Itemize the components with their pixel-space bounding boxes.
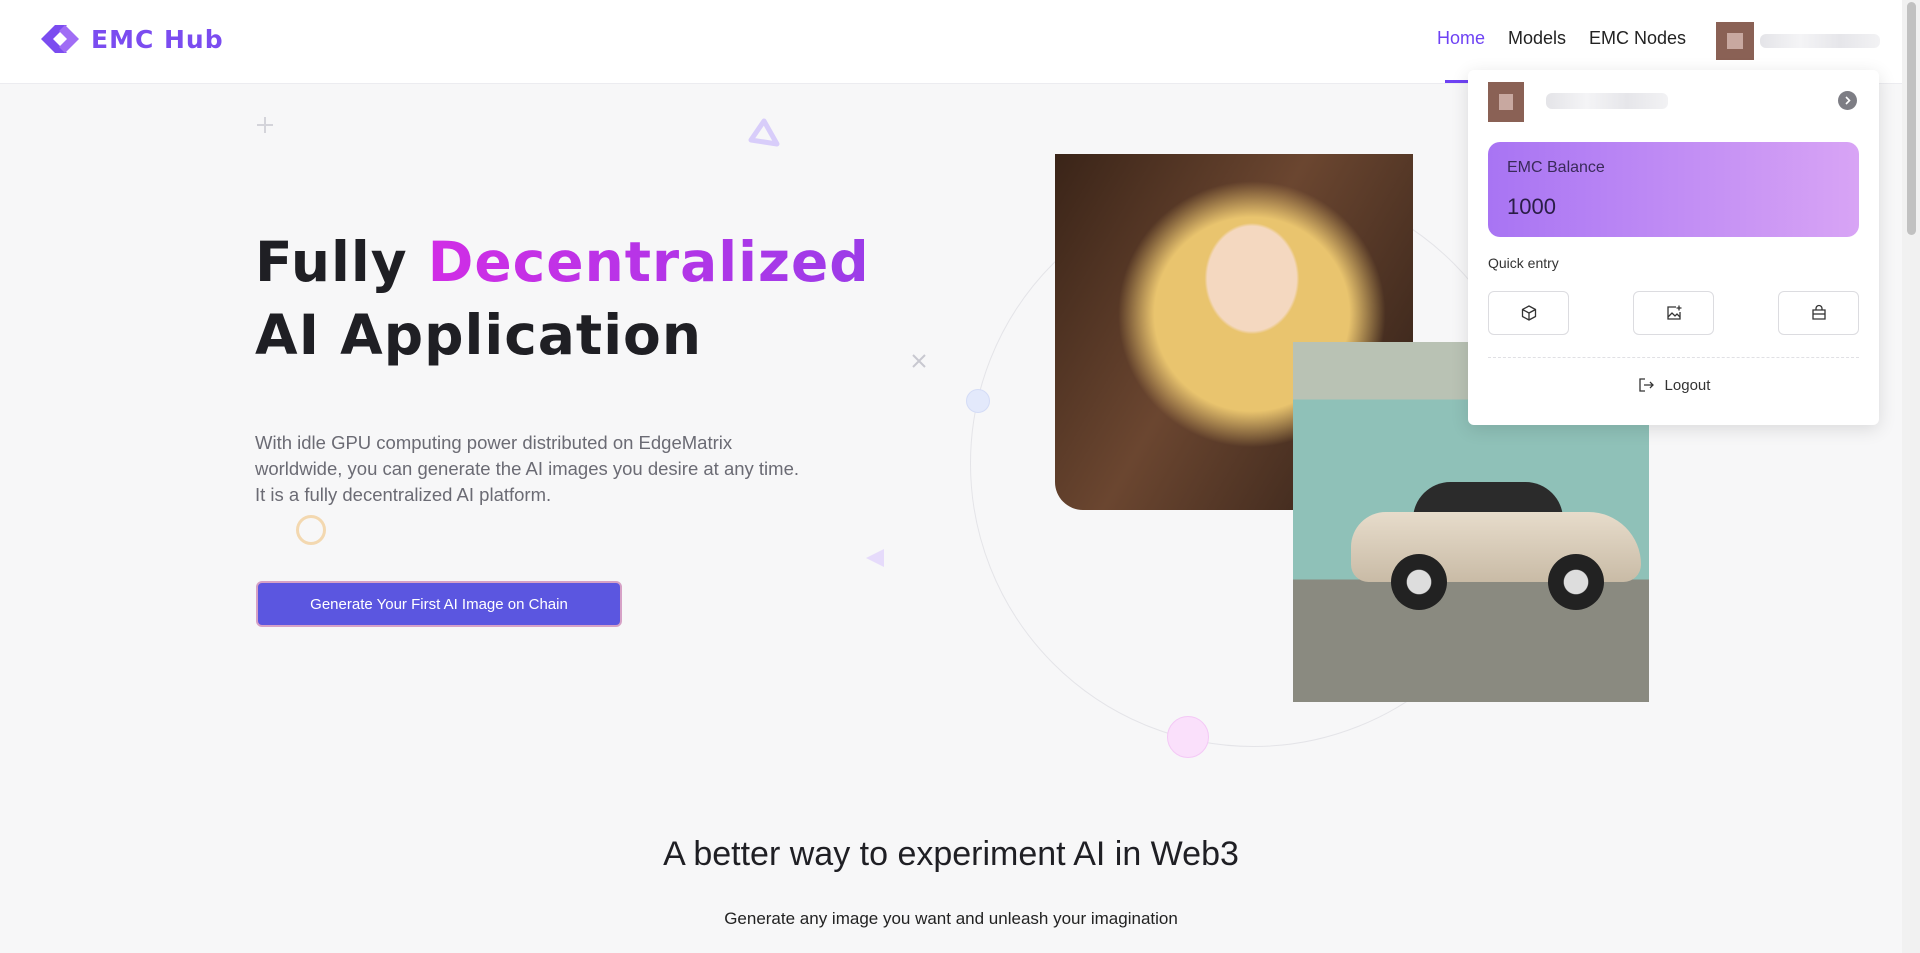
avatar[interactable]	[1716, 22, 1754, 60]
quick-entry-generate-button[interactable]	[1633, 291, 1714, 335]
logout-button[interactable]: Logout	[1468, 376, 1879, 394]
orbit-dot-pink	[1167, 716, 1209, 758]
play-decoration-icon	[866, 549, 884, 567]
balance-value: 1000	[1507, 194, 1556, 219]
username-blurred[interactable]	[1760, 34, 1880, 48]
quick-entry-models-button[interactable]	[1488, 291, 1569, 335]
emc-balance-card: EMC Balance 1000	[1488, 142, 1859, 237]
shopping-bag-icon	[1811, 304, 1826, 320]
plus-decoration-icon	[257, 117, 273, 133]
nav-emc-nodes[interactable]: EMC Nodes	[1589, 28, 1686, 49]
chevron-right-icon[interactable]	[1838, 91, 1857, 110]
logo[interactable]: EMC Hub	[37, 20, 224, 58]
logout-icon	[1638, 378, 1654, 392]
orbit-dot-blue	[966, 389, 990, 413]
cube-icon	[1521, 305, 1536, 321]
hero-title-accent: Decentralized	[427, 230, 870, 294]
hero-title-plain: Fully	[255, 230, 428, 294]
section-subtitle: Generate any image you want and unleash …	[724, 909, 1178, 928]
dropdown-username-blurred	[1546, 93, 1668, 109]
cross-decoration-icon	[912, 354, 926, 368]
generate-cta-button[interactable]: Generate Your First AI Image on Chain	[256, 581, 622, 627]
logo-text: EMC Hub	[91, 24, 224, 54]
scrollbar-thumb[interactable]	[1907, 2, 1916, 235]
hero-title: Fully Decentralized AI Application	[255, 226, 870, 372]
image-add-icon	[1666, 305, 1681, 320]
quick-entry-label: Quick entry	[1488, 255, 1559, 271]
page-scrollbar[interactable]	[1902, 0, 1920, 953]
balance-label: EMC Balance	[1507, 159, 1605, 176]
logo-icon	[41, 25, 79, 53]
user-dropdown-menu: EMC Balance 1000 Quick entry Logout	[1468, 70, 1879, 425]
section-title: A better way to experiment AI in Web3	[663, 835, 1239, 873]
hero-description: With idle GPU computing power distribute…	[255, 432, 799, 505]
dropdown-avatar	[1488, 82, 1524, 122]
triangle-decoration-icon	[748, 118, 780, 147]
dropdown-divider	[1488, 357, 1859, 358]
nav-models[interactable]: Models	[1508, 28, 1566, 49]
logout-label: Logout	[1664, 376, 1711, 394]
quick-entry-orders-button[interactable]	[1778, 291, 1859, 335]
circle-decoration	[296, 515, 326, 545]
nav-home[interactable]: Home	[1437, 28, 1485, 49]
hero-title-line2: AI Application	[255, 303, 702, 367]
